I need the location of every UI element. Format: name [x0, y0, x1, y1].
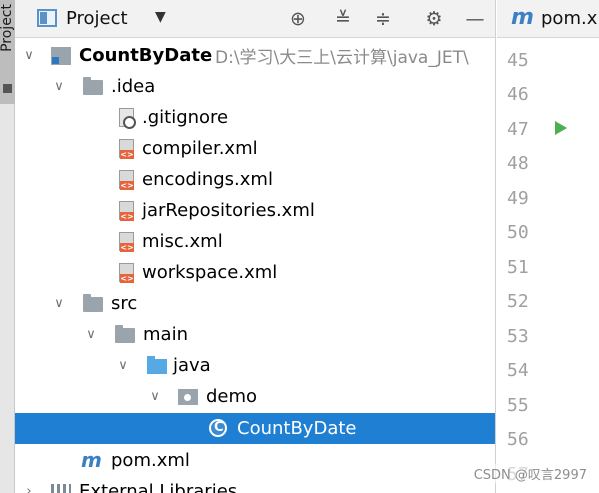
tree-item-label: misc.xml: [142, 231, 223, 252]
folder-icon: [83, 294, 103, 312]
gitignore-file-icon: [119, 108, 136, 129]
xml-file-icon: [119, 201, 134, 221]
tree-item-src[interactable]: ∨ src: [15, 288, 495, 319]
tree-item-countbydate-class[interactable]: CountByDate: [15, 413, 495, 444]
tool-window-strip: Project: [0, 0, 15, 493]
tree-item-java[interactable]: ∨ java: [15, 350, 495, 381]
project-tool-tab[interactable]: Project: [0, 0, 15, 104]
chevron-right-icon[interactable]: ›: [21, 484, 37, 493]
line-number: 46: [507, 84, 529, 105]
xml-file-icon: [119, 263, 134, 283]
line-number: 53: [507, 326, 529, 347]
project-panel-header: Project ▼ ⊕ ≚ ≑ ⚙ —: [15, 0, 495, 38]
tree-item-workspace-xml[interactable]: workspace.xml: [15, 257, 495, 288]
tree-item-main[interactable]: ∨ main: [15, 319, 495, 350]
line-number: 52: [507, 291, 529, 312]
line-number-gutter: 45 46 47 48 49 50 51 52 53 54 55 56 57: [497, 40, 599, 493]
line-number: 49: [507, 188, 529, 209]
project-view-icon: [37, 9, 57, 27]
project-tab-icon: [3, 84, 12, 93]
tree-item-gitignore[interactable]: .gitignore: [15, 102, 495, 133]
tree-item-label: .gitignore: [142, 107, 229, 128]
chevron-down-icon[interactable]: ∨: [21, 48, 37, 64]
libraries-icon: [51, 484, 71, 493]
expand-all-icon[interactable]: ≚: [330, 6, 356, 32]
watermark: CSDN @叹言2997: [473, 464, 587, 483]
line-number: 56: [507, 429, 529, 450]
package-icon: [178, 389, 198, 405]
editor-tab-pom[interactable]: pom.x: [541, 8, 597, 29]
tree-item-label: demo: [206, 386, 258, 407]
line-number: 48: [507, 153, 529, 174]
tree-item-pom-xml[interactable]: m pom.xml: [15, 445, 495, 476]
tree-item-demo[interactable]: ∨ demo: [15, 381, 495, 412]
chevron-down-icon[interactable]: ∨: [83, 327, 99, 343]
project-panel: Project ▼ ⊕ ≚ ≑ ⚙ — ∨ CountByDate D:\学习\…: [15, 0, 496, 493]
line-number: 54: [507, 360, 529, 381]
folder-icon: [83, 77, 103, 95]
line-number: 50: [507, 222, 529, 243]
chevron-down-icon[interactable]: ∨: [115, 358, 131, 374]
tree-item-label: java: [173, 355, 211, 376]
locate-icon[interactable]: ⊕: [285, 6, 311, 32]
tree-item-compiler-xml[interactable]: compiler.xml: [15, 133, 495, 164]
maven-icon: m: [81, 448, 102, 472]
tree-item-label: src: [111, 293, 138, 314]
project-tool-tab-label: Project: [0, 4, 15, 52]
tree-item-label: compiler.xml: [142, 138, 258, 159]
java-class-icon: [209, 419, 227, 437]
editor-tab-bar: m pom.x: [497, 0, 599, 38]
tree-item-label: workspace.xml: [142, 262, 278, 283]
tree-item-label: CountByDate: [79, 45, 213, 66]
folder-icon: [115, 325, 135, 343]
editor-area: m pom.x 45 46 47 48 49 50 51 52 53 54 55…: [497, 0, 599, 493]
line-number: 45: [507, 50, 529, 71]
tree-item-label: pom.xml: [111, 450, 190, 471]
tree-item-label: jarRepositories.xml: [142, 200, 315, 221]
tree-item-idea[interactable]: ∨ .idea: [15, 71, 495, 102]
maven-icon: m: [511, 5, 534, 30]
project-path: D:\学习\大三上\云计算\java_JET\: [215, 48, 469, 68]
tree-item-label: main: [143, 324, 188, 345]
tree-item-external-libraries[interactable]: › External Libraries: [15, 476, 495, 493]
chevron-down-icon[interactable]: ∨: [51, 296, 67, 312]
collapse-all-icon[interactable]: ≑: [370, 6, 396, 32]
xml-file-icon: [119, 232, 134, 252]
line-number: 51: [507, 257, 529, 278]
xml-file-icon: [119, 170, 134, 190]
chevron-down-icon[interactable]: ▼: [155, 9, 166, 25]
line-number: 47: [507, 119, 529, 140]
gear-icon[interactable]: ⚙: [421, 6, 447, 32]
tree-item-jarrepositories-xml[interactable]: jarRepositories.xml: [15, 195, 495, 226]
tree-item-label: CountByDate: [237, 418, 357, 439]
chevron-down-icon[interactable]: ∨: [51, 79, 67, 95]
tree-item-misc-xml[interactable]: misc.xml: [15, 226, 495, 257]
chevron-down-icon[interactable]: ∨: [147, 389, 163, 405]
module-folder-icon: [51, 47, 71, 65]
tree-item-label: encodings.xml: [142, 169, 273, 190]
run-gutter-icon[interactable]: [555, 121, 567, 135]
xml-file-icon: [119, 139, 134, 159]
tree-item-encodings-xml[interactable]: encodings.xml: [15, 164, 495, 195]
hide-icon[interactable]: —: [462, 6, 488, 32]
tree-item-countbydate-module[interactable]: ∨ CountByDate D:\学习\大三上\云计算\java_JET\: [15, 40, 495, 71]
line-number: 55: [507, 395, 529, 416]
tree-item-label: .idea: [111, 76, 156, 97]
project-panel-title[interactable]: Project: [66, 8, 128, 29]
tree-item-label: External Libraries: [79, 481, 238, 493]
source-folder-icon: [147, 356, 167, 374]
